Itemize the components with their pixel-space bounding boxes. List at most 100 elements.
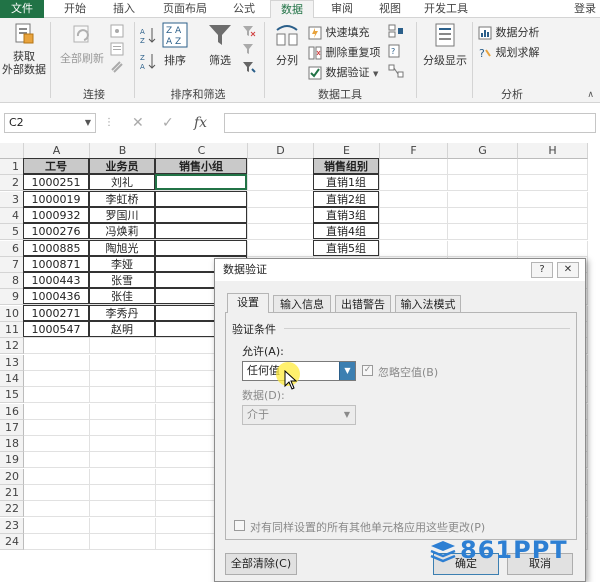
grid-cell[interactable] (24, 338, 90, 355)
table-cell[interactable] (155, 206, 247, 223)
grid-cell[interactable] (248, 224, 314, 241)
row-header-20[interactable]: 20 (0, 468, 24, 485)
tab-review[interactable]: 审阅 (322, 0, 362, 18)
table-header-cell[interactable]: 工号 (23, 158, 89, 174)
tab-formulas[interactable]: 公式 (224, 0, 264, 18)
grid-cell[interactable] (24, 468, 90, 485)
data-analysis-button[interactable]: 数据分析 (478, 24, 540, 42)
grid-cell[interactable] (448, 159, 518, 175)
get-external-data-button[interactable]: 获取 外部数据 (2, 22, 46, 76)
table-cell[interactable]: 1000019 (23, 190, 89, 207)
refresh-all-button[interactable]: 全部刷新 (58, 22, 106, 65)
grid-cell[interactable] (380, 240, 448, 257)
tab-ime-mode[interactable]: 输入法模式 (395, 295, 461, 313)
table-header-cell[interactable]: 销售小组 (155, 158, 247, 174)
help-button[interactable]: ? (531, 262, 553, 278)
select-all-corner[interactable] (0, 143, 24, 159)
table-cell[interactable]: 李秀丹 (89, 304, 155, 321)
groups-cell[interactable]: 直销1组 (313, 174, 379, 191)
enter-icon[interactable]: ✓ (162, 113, 174, 133)
grid-cell[interactable] (90, 533, 156, 550)
grid-cell[interactable] (448, 175, 518, 192)
ignore-blank-checkbox[interactable]: ✓ (362, 365, 373, 376)
sort-ascending-icon[interactable]: AZ (140, 26, 156, 44)
grid-cell[interactable] (24, 403, 90, 420)
groups-cell[interactable]: 直销4组 (313, 223, 379, 240)
row-header-6[interactable]: 6 (0, 240, 24, 257)
connections-icon[interactable] (110, 24, 124, 38)
tab-file[interactable]: 文件 (0, 0, 44, 18)
grid-cell[interactable] (24, 533, 90, 550)
groups-header-cell[interactable]: 销售组别 (313, 158, 379, 174)
row-header-5[interactable]: 5 (0, 224, 24, 241)
grid-cell[interactable] (24, 436, 90, 453)
tab-view[interactable]: 视图 (370, 0, 410, 18)
table-cell[interactable]: 赵明 (89, 321, 155, 337)
table-cell[interactable]: 1000436 (23, 288, 89, 305)
table-cell[interactable]: 1000251 (23, 174, 89, 191)
table-cell[interactable]: 1000271 (23, 304, 89, 321)
grid-cell[interactable] (380, 191, 448, 208)
table-cell[interactable]: 1000871 (23, 255, 89, 272)
reapply-icon[interactable] (242, 42, 256, 56)
edit-links-icon[interactable] (110, 60, 124, 74)
row-header-4[interactable]: 4 (0, 207, 24, 224)
advanced-filter-icon[interactable] (242, 60, 256, 74)
clear-filter-icon[interactable] (242, 24, 256, 38)
tab-developer[interactable]: 开发工具 (416, 0, 476, 18)
row-header-19[interactable]: 19 (0, 452, 24, 469)
column-header-e[interactable]: E (314, 143, 380, 159)
grid-cell[interactable] (518, 175, 588, 192)
row-header-3[interactable]: 3 (0, 191, 24, 208)
grid-cell[interactable] (90, 370, 156, 387)
groups-cell[interactable]: 直销2组 (313, 190, 379, 207)
row-header-22[interactable]: 22 (0, 501, 24, 518)
grid-cell[interactable] (90, 517, 156, 534)
row-header-17[interactable]: 17 (0, 419, 24, 436)
table-cell[interactable]: 张雪 (89, 272, 155, 289)
grid-cell[interactable] (248, 207, 314, 224)
table-cell[interactable]: 刘礼 (89, 174, 155, 191)
name-box[interactable]: C2 ▼ (4, 113, 96, 133)
row-header-11[interactable]: 11 (0, 322, 24, 338)
grid-cell[interactable] (448, 224, 518, 241)
grid-cell[interactable] (24, 452, 90, 469)
grid-cell[interactable] (518, 240, 588, 257)
tab-input-message[interactable]: 输入信息 (273, 295, 331, 313)
row-header-9[interactable]: 9 (0, 289, 24, 306)
data-validation-button[interactable]: 数据验证 ▼ (308, 64, 378, 82)
row-header-13[interactable]: 13 (0, 354, 24, 371)
grid-cell[interactable] (380, 224, 448, 241)
grid-cell[interactable] (248, 240, 314, 257)
column-header-d[interactable]: D (248, 143, 314, 159)
data-select[interactable]: 介于 ▼ (242, 405, 356, 425)
column-header-c[interactable]: C (156, 143, 248, 159)
grid-cell[interactable] (90, 452, 156, 469)
grid-cell[interactable] (90, 387, 156, 404)
grid-cell[interactable] (448, 207, 518, 224)
row-header-10[interactable]: 10 (0, 305, 24, 322)
grid-cell[interactable] (380, 207, 448, 224)
row-header-12[interactable]: 12 (0, 338, 24, 355)
table-cell[interactable]: 1000932 (23, 206, 89, 223)
row-header-23[interactable]: 23 (0, 517, 24, 534)
table-cell[interactable]: 陶旭光 (89, 239, 155, 256)
sort-descending-icon[interactable]: ZA (140, 52, 156, 70)
grid-cell[interactable] (24, 517, 90, 534)
outline-button[interactable]: 分级显示 (420, 22, 470, 67)
filter-button[interactable]: 筛选 (204, 22, 236, 67)
grid-cell[interactable] (248, 159, 314, 175)
table-cell[interactable]: 1000276 (23, 223, 89, 240)
row-header-1[interactable]: 1 (0, 159, 24, 175)
apply-all-checkbox[interactable] (234, 520, 245, 531)
selected-cell-c2[interactable] (155, 174, 247, 191)
grid-cell[interactable] (90, 485, 156, 501)
row-header-2[interactable]: 2 (0, 175, 24, 192)
grid-cell[interactable] (90, 436, 156, 453)
table-cell[interactable]: 冯焕莉 (89, 223, 155, 240)
grid-cell[interactable] (380, 159, 448, 175)
row-header-18[interactable]: 18 (0, 436, 24, 453)
groups-cell[interactable]: 直销5组 (313, 239, 379, 256)
column-header-f[interactable]: F (380, 143, 448, 159)
table-cell[interactable]: 1000443 (23, 272, 89, 289)
